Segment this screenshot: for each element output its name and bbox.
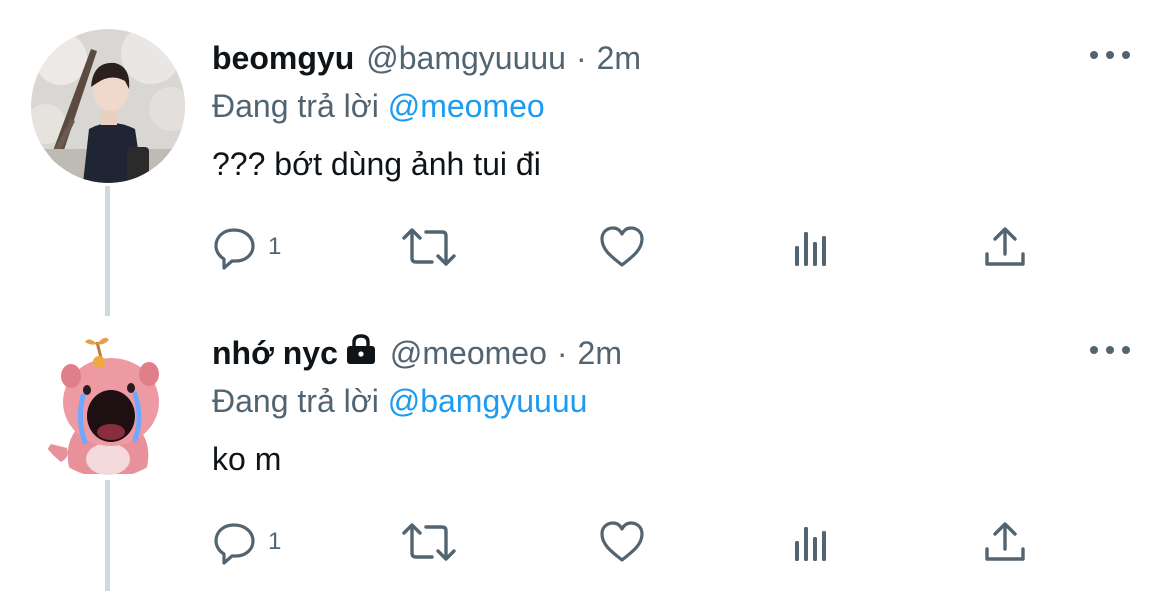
- tweet-actions: 1: [212, 517, 1042, 567]
- like-button[interactable]: [598, 222, 646, 272]
- retweet-icon: [402, 523, 456, 561]
- replying-to: Đang trả lời @bamgyuuuu: [212, 383, 587, 420]
- reply-icon: [214, 228, 255, 270]
- replying-to-mention[interactable]: @bamgyuuuu: [388, 383, 588, 419]
- heart-icon: [600, 521, 644, 562]
- avatar[interactable]: [31, 324, 185, 478]
- reply-button[interactable]: 1: [212, 222, 281, 272]
- share-icon: [985, 227, 1025, 266]
- tweet[interactable]: beomgyu @bamgyuuuu · 2m Đang trả lời @me…: [0, 0, 1170, 295]
- reply-count: 1: [268, 528, 282, 555]
- avatar[interactable]: [31, 29, 185, 183]
- views-button[interactable]: [792, 517, 832, 567]
- timestamp[interactable]: 2m: [578, 335, 622, 372]
- retweet-button[interactable]: [400, 222, 458, 272]
- timestamp[interactable]: 2m: [597, 40, 641, 77]
- tweet[interactable]: nhớ nyc @meomeo · 2m Đang trả lời @bamgy…: [0, 295, 1170, 590]
- replying-to-mention[interactable]: @meomeo: [388, 88, 545, 124]
- tweet-text: ??? bớt dùng ảnh tui đi: [212, 146, 541, 182]
- author-name[interactable]: nhớ nyc: [212, 335, 338, 372]
- share-icon: [985, 522, 1025, 561]
- more-options-icon[interactable]: [1090, 40, 1130, 70]
- reply-count: 1: [268, 233, 282, 260]
- author-name[interactable]: beomgyu: [212, 40, 354, 77]
- reply-icon: [214, 523, 255, 565]
- lock-icon: [344, 333, 378, 373]
- replying-to: Đang trả lời @meomeo: [212, 88, 545, 125]
- heart-icon: [600, 226, 644, 267]
- share-button[interactable]: [982, 517, 1028, 567]
- share-button[interactable]: [982, 222, 1028, 272]
- reply-button[interactable]: 1: [212, 517, 281, 567]
- like-button[interactable]: [598, 517, 646, 567]
- more-options-icon[interactable]: [1090, 335, 1130, 365]
- separator-dot: ·: [575, 39, 587, 76]
- separator-dot: ·: [556, 334, 568, 371]
- tweet-text: ko m: [212, 441, 282, 477]
- retweet-icon: [402, 228, 456, 266]
- replying-to-label: Đang trả lời: [212, 383, 379, 419]
- tweet-actions: 1: [212, 222, 1042, 272]
- retweet-button[interactable]: [400, 517, 458, 567]
- replying-to-label: Đang trả lời: [212, 88, 379, 124]
- views-button[interactable]: [792, 222, 832, 272]
- tweet-header: beomgyu @bamgyuuuu · 2m: [212, 38, 641, 78]
- views-bar-chart-icon: [795, 232, 826, 266]
- author-handle[interactable]: @meomeo: [390, 335, 547, 372]
- views-bar-chart-icon: [795, 527, 826, 561]
- tweet-header: nhớ nyc @meomeo · 2m: [212, 333, 622, 373]
- author-handle[interactable]: @bamgyuuuu: [366, 40, 566, 77]
